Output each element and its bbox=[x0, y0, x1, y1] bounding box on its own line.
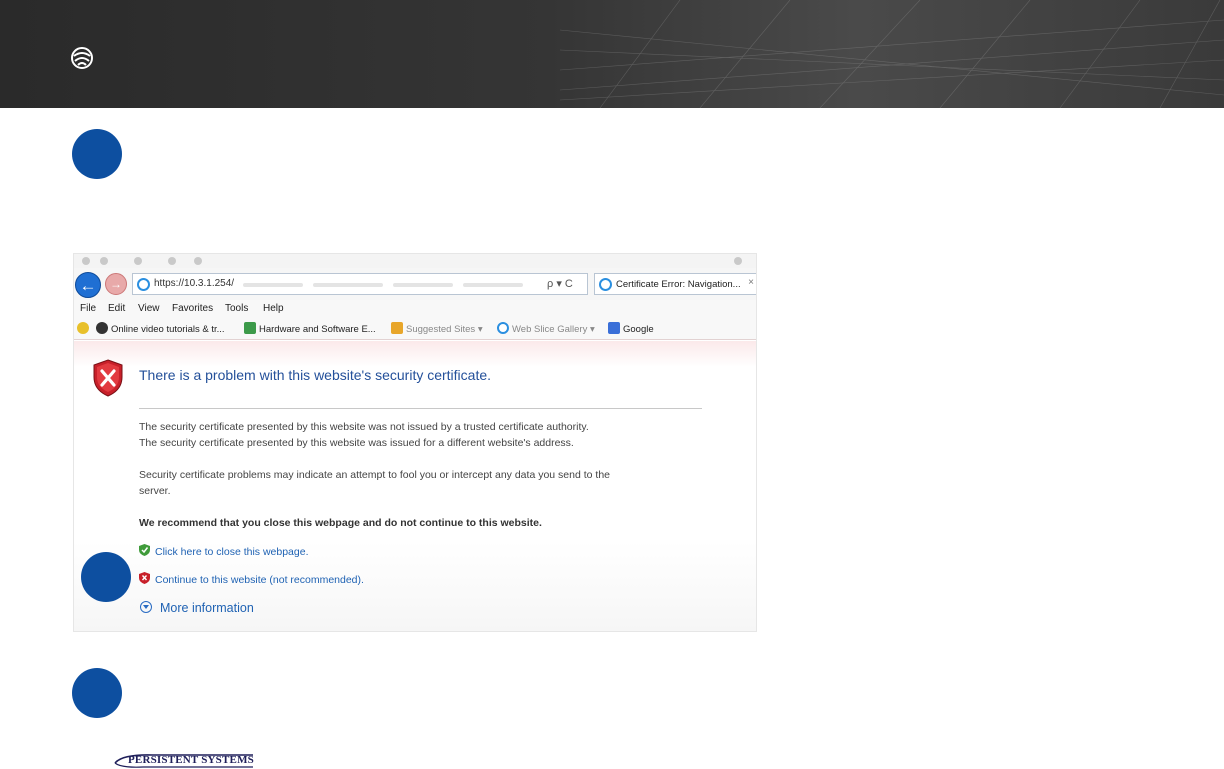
favorite-web-slice-gallery[interactable]: Web Slice Gallery ▾ bbox=[497, 322, 595, 336]
favorite-label: Web Slice Gallery ▾ bbox=[512, 324, 595, 335]
address-bar[interactable]: https://10.3.1.254/ ρ ▾ C bbox=[132, 273, 588, 295]
blurred-url-segment bbox=[393, 283, 453, 287]
globe-icon bbox=[96, 322, 108, 334]
window-control-icon bbox=[82, 257, 90, 265]
favorite-google[interactable]: Google bbox=[608, 322, 654, 336]
address-url: https://10.3.1.254/ bbox=[154, 278, 235, 289]
favorite-label: Suggested Sites ▾ bbox=[406, 324, 483, 335]
tab-title: Certificate Error: Navigation... bbox=[616, 279, 741, 290]
favorite-online-video-tutorials[interactable]: Online video tutorials & tr... bbox=[96, 322, 225, 336]
search-refresh-controls[interactable]: ρ ▾ C bbox=[547, 277, 573, 290]
window-control-icon bbox=[134, 257, 142, 265]
ie-icon bbox=[137, 278, 150, 291]
error-warning-line: server. bbox=[139, 485, 171, 497]
divider bbox=[139, 408, 702, 409]
banner-lines-decoration bbox=[560, 0, 1224, 108]
star-icon bbox=[77, 322, 89, 334]
navigation-bar: ← → https://10.3.1.254/ ρ ▾ C Certificat… bbox=[74, 268, 756, 300]
step-1-circle bbox=[72, 129, 122, 179]
blurred-url-segment bbox=[313, 283, 383, 287]
shield-error-icon bbox=[93, 359, 123, 397]
menu-item-view[interactable]: View bbox=[138, 303, 160, 314]
window-control-icon bbox=[194, 257, 202, 265]
menu-item-tools[interactable]: Tools bbox=[225, 303, 248, 314]
continue-label: Continue to this website (not recommende… bbox=[155, 574, 364, 586]
back-button[interactable]: ← bbox=[75, 272, 101, 298]
window-control-icon bbox=[100, 257, 108, 265]
slide: ← → https://10.3.1.254/ ρ ▾ C Certificat… bbox=[0, 0, 1224, 769]
bing-icon bbox=[391, 322, 403, 334]
favorites-star-icon[interactable] bbox=[77, 322, 92, 336]
header-banner bbox=[0, 0, 1224, 108]
footer-brand: PERSISTENT SYSTEMS bbox=[128, 754, 254, 766]
certificate-error-page: There is a problem with this website's s… bbox=[74, 341, 756, 631]
recommendation-text: We recommend that you close this webpage… bbox=[139, 517, 542, 529]
more-information-label: More information bbox=[160, 601, 254, 615]
green-shield-icon bbox=[139, 544, 150, 556]
blurred-url-segment bbox=[463, 283, 523, 287]
close-webpage-link[interactable]: Click here to close this webpage. bbox=[139, 544, 309, 558]
favorite-suggested-sites[interactable]: Suggested Sites ▾ bbox=[391, 322, 483, 336]
step-2-circle bbox=[81, 552, 131, 602]
window-control-icon bbox=[734, 257, 742, 265]
menu-item-file[interactable]: File bbox=[80, 303, 96, 314]
plant-icon bbox=[244, 322, 256, 334]
menu-item-edit[interactable]: Edit bbox=[108, 303, 125, 314]
step-3-circle bbox=[72, 668, 122, 718]
more-information-toggle[interactable]: More information bbox=[140, 601, 254, 615]
menu-item-help[interactable]: Help bbox=[263, 303, 284, 314]
google-icon bbox=[608, 322, 620, 334]
forward-button[interactable]: → bbox=[105, 273, 127, 295]
favorite-label: Hardware and Software E... bbox=[259, 324, 376, 335]
close-webpage-label: Click here to close this webpage. bbox=[155, 546, 309, 558]
company-logo-icon bbox=[71, 47, 93, 69]
tab-certificate-error[interactable]: Certificate Error: Navigation... × bbox=[594, 273, 756, 295]
tab-close-icon[interactable]: × bbox=[748, 277, 754, 288]
chevron-down-circle-icon bbox=[140, 601, 152, 613]
error-warning-line: Security certificate problems may indica… bbox=[139, 469, 611, 481]
menu-item-favorites[interactable]: Favorites bbox=[172, 303, 213, 314]
ie-icon bbox=[497, 322, 509, 334]
browser-screenshot: ← → https://10.3.1.254/ ρ ▾ C Certificat… bbox=[73, 253, 757, 632]
favorite-hardware-software[interactable]: Hardware and Software E... bbox=[244, 322, 376, 336]
error-title: There is a problem with this website's s… bbox=[139, 367, 492, 383]
continue-to-website-link[interactable]: Continue to this website (not recommende… bbox=[139, 572, 364, 586]
favorite-label: Google bbox=[623, 324, 654, 335]
favorites-bar: Online video tutorials & tr... Hardware … bbox=[74, 318, 756, 340]
browser-title-bar bbox=[74, 254, 756, 268]
error-reason-untrusted: The security certificate presented by th… bbox=[139, 421, 589, 433]
red-shield-icon bbox=[139, 572, 150, 584]
ie-icon bbox=[599, 278, 612, 291]
favorite-label: Online video tutorials & tr... bbox=[111, 324, 225, 335]
blurred-url-segment bbox=[243, 283, 303, 287]
menu-bar: File Edit View Favorites Tools Help bbox=[74, 300, 756, 318]
error-reason-mismatch: The security certificate presented by th… bbox=[139, 437, 574, 449]
window-control-icon bbox=[168, 257, 176, 265]
